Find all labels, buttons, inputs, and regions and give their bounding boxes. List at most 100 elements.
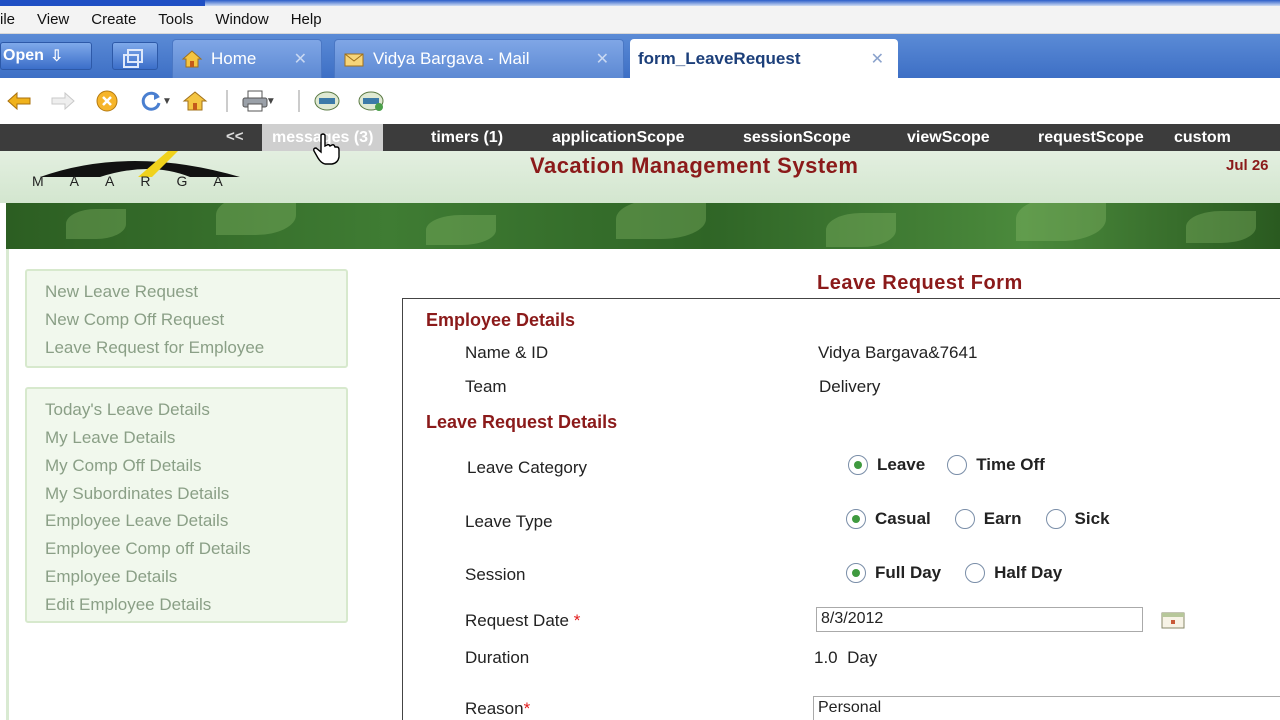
debug-scope-bar: << messages (3) timers (1) applicationSc… bbox=[0, 124, 1280, 151]
scope-application[interactable]: applicationScope bbox=[542, 124, 694, 151]
scope-custom[interactable]: custom bbox=[1164, 124, 1241, 151]
reason-label-text: Reason bbox=[465, 699, 524, 718]
database-icon[interactable] bbox=[312, 86, 342, 116]
radio-sick[interactable] bbox=[1045, 509, 1066, 529]
menu-file[interactable]: ile bbox=[0, 11, 15, 28]
database-add-icon[interactable] bbox=[356, 86, 386, 116]
radio-sick-label: Sick bbox=[1074, 509, 1110, 528]
sidebar-panel-details: Today's Leave Details My Leave Details M… bbox=[25, 387, 348, 623]
scope-session[interactable]: sessionScope bbox=[733, 124, 861, 151]
scope-collapse-button[interactable]: << bbox=[226, 128, 244, 145]
required-marker: * bbox=[523, 699, 531, 718]
radio-earn-label: Earn bbox=[983, 509, 1022, 528]
refresh-dropdown-icon[interactable]: ▼ bbox=[162, 96, 172, 107]
nav-my-leave-details[interactable]: My Leave Details bbox=[45, 428, 175, 448]
nav-edit-employee-details[interactable]: Edit Employee Details bbox=[45, 595, 211, 615]
radio-full-day-label: Full Day bbox=[875, 563, 942, 582]
request-date-input[interactable]: 8/3/2012 bbox=[816, 607, 1143, 632]
nav-todays-leave-details[interactable]: Today's Leave Details bbox=[45, 400, 210, 420]
session-label: Session bbox=[465, 565, 526, 584]
header-date: Jul 26 bbox=[1226, 157, 1269, 174]
sidebar-panel-requests: New Leave Request New Comp Off Request L… bbox=[25, 269, 348, 368]
radio-full-day[interactable] bbox=[846, 563, 866, 583]
radio-time-off[interactable] bbox=[947, 455, 968, 475]
app-title: Vacation Management System bbox=[530, 153, 859, 178]
forward-icon[interactable] bbox=[48, 86, 78, 116]
required-marker: * bbox=[573, 611, 581, 630]
toolbar-divider bbox=[225, 90, 228, 112]
leave-type-radio-group: Casual Earn Sick bbox=[846, 509, 1124, 529]
name-id-label: Name & ID bbox=[465, 343, 549, 362]
download-arrow-icon: ⇩ bbox=[49, 48, 64, 65]
request-date-label: Request Date * bbox=[465, 611, 580, 631]
tab-mail[interactable]: Vidya Bargava - Mail ✕ bbox=[334, 39, 624, 78]
scope-timers[interactable]: timers (1) bbox=[421, 124, 513, 151]
tab-form-label: form_LeaveRequest bbox=[638, 48, 801, 68]
leave-type-label: Leave Type bbox=[465, 512, 553, 531]
open-button[interactable]: Open ⇩ bbox=[0, 42, 92, 70]
nav-employee-details[interactable]: Employee Details bbox=[45, 567, 177, 587]
open-label: Open bbox=[3, 47, 44, 64]
team-label: Team bbox=[465, 377, 507, 396]
menu-window[interactable]: Window bbox=[215, 11, 268, 28]
request-date-label-text: Request Date bbox=[465, 611, 569, 630]
radio-earn[interactable] bbox=[954, 509, 975, 529]
calendar-icon[interactable] bbox=[1160, 610, 1186, 630]
radio-leave-label: Leave bbox=[877, 455, 926, 474]
scope-request[interactable]: requestScope bbox=[1028, 124, 1154, 151]
menu-tools[interactable]: Tools bbox=[158, 11, 193, 28]
toolbar-divider bbox=[297, 90, 300, 112]
leaf-banner bbox=[6, 203, 1280, 249]
print-dropdown-icon[interactable]: ▼ bbox=[266, 96, 276, 107]
radio-half-day[interactable] bbox=[965, 563, 986, 583]
nav-employee-leave-details[interactable]: Employee Leave Details bbox=[45, 511, 228, 531]
radio-time-off-label: Time Off bbox=[976, 455, 1045, 474]
radio-casual[interactable] bbox=[846, 509, 866, 529]
close-icon[interactable]: ✕ bbox=[871, 49, 884, 69]
nav-employee-comp-off-details[interactable]: Employee Comp off Details bbox=[45, 539, 251, 559]
name-id-value: Vidya Bargava&7641 bbox=[818, 343, 978, 362]
tab-home-label: Home bbox=[211, 49, 257, 68]
app-window: ile View Create Tools Window Help Open ⇩… bbox=[0, 0, 1280, 720]
logo-text: MAARGA bbox=[32, 173, 249, 189]
tab-bar: Open ⇩ Home ✕ Vidya Bargava - Mail ✕ for… bbox=[0, 34, 1280, 78]
tab-form-leaverequest[interactable]: form_LeaveRequest ✕ bbox=[630, 39, 898, 78]
reason-input[interactable]: Personal bbox=[813, 696, 1280, 720]
hand-cursor-icon bbox=[313, 133, 340, 165]
windows-icon bbox=[123, 49, 143, 68]
session-radio-group: Full Day Half Day bbox=[846, 563, 1076, 583]
duration-value: 1.0 Day bbox=[814, 648, 878, 667]
menu-view[interactable]: View bbox=[37, 11, 69, 28]
close-icon[interactable]: ✕ bbox=[596, 49, 609, 69]
leave-category-radio-group: Leave Time Off bbox=[848, 455, 1059, 475]
app-header: MAARGA Vacation Management System Jul 26 bbox=[0, 151, 1280, 203]
form-title: Leave Request Form bbox=[817, 272, 1023, 294]
menu-bar: ile View Create Tools Window Help bbox=[0, 6, 1280, 34]
menu-create[interactable]: Create bbox=[91, 11, 136, 28]
radio-casual-label: Casual bbox=[875, 509, 931, 528]
stop-icon[interactable] bbox=[92, 86, 122, 116]
window-switch-button[interactable] bbox=[112, 42, 158, 70]
reason-label: Reason* bbox=[465, 699, 530, 719]
mail-icon bbox=[343, 49, 365, 69]
tab-home[interactable]: Home ✕ bbox=[172, 39, 322, 78]
leave-request-details-heading: Leave Request Details bbox=[426, 412, 618, 432]
tab-mail-label: Vidya Bargava - Mail bbox=[373, 49, 530, 68]
nav-my-comp-off-details[interactable]: My Comp Off Details bbox=[45, 456, 202, 476]
radio-leave[interactable] bbox=[848, 455, 868, 475]
radio-half-day-label: Half Day bbox=[994, 563, 1063, 582]
menu-help[interactable]: Help bbox=[291, 11, 322, 28]
toolbar: ▼ ▼ bbox=[0, 78, 1280, 124]
employee-details-heading: Employee Details bbox=[426, 310, 576, 330]
nav-new-leave-request[interactable]: New Leave Request bbox=[45, 282, 198, 302]
team-value: Delivery bbox=[819, 377, 881, 396]
scope-view[interactable]: viewScope bbox=[897, 124, 1000, 151]
home-icon[interactable] bbox=[180, 86, 210, 116]
close-icon[interactable]: ✕ bbox=[294, 49, 307, 69]
home-icon bbox=[181, 49, 203, 69]
nav-new-comp-off-request[interactable]: New Comp Off Request bbox=[45, 310, 224, 330]
nav-my-subordinates-details[interactable]: My Subordinates Details bbox=[45, 484, 229, 504]
back-icon[interactable] bbox=[4, 86, 34, 116]
duration-label: Duration bbox=[465, 648, 530, 667]
nav-leave-request-for-employee[interactable]: Leave Request for Employee bbox=[45, 338, 264, 358]
